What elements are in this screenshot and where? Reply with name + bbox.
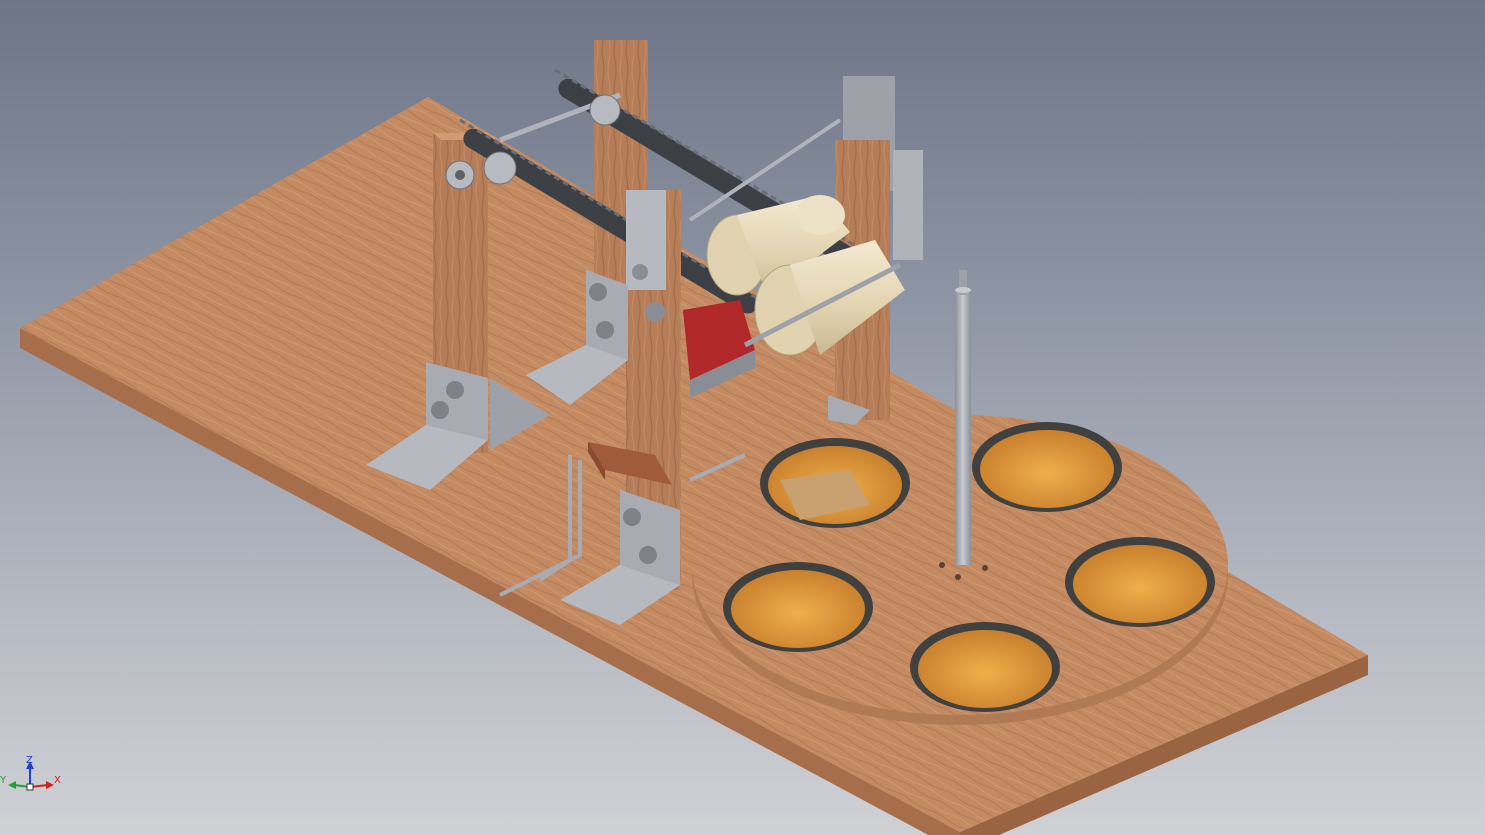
model-viewport[interactable]: Z X Y xyxy=(0,0,1485,835)
cup-well xyxy=(723,562,873,652)
x-axis-label: X xyxy=(54,775,61,786)
axis-triad-icon: Z X Y xyxy=(0,755,61,791)
cup-well xyxy=(910,622,1060,712)
base-board[interactable] xyxy=(20,97,1368,835)
cad-model[interactable] xyxy=(0,0,1485,835)
z-axis-label: Z xyxy=(26,755,33,766)
y-axis-label: Y xyxy=(0,775,7,786)
cup-well xyxy=(1065,537,1215,627)
cup-well xyxy=(972,422,1122,512)
view-triad[interactable]: Z X Y xyxy=(0,755,70,805)
